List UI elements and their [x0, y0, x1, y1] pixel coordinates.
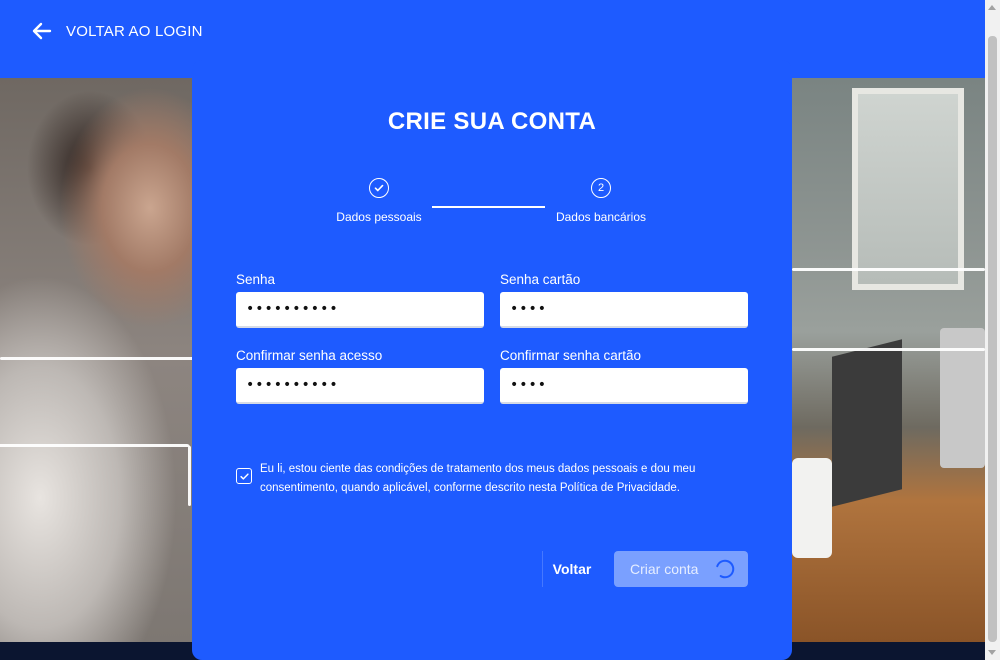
confirmar-senha-cartao-label: Confirmar senha cartão	[500, 348, 642, 363]
decorative-line	[188, 446, 191, 506]
page-scrollbar[interactable]	[985, 0, 1000, 660]
step-dados-pessoais: Dados pessoais	[309, 178, 449, 224]
page-title: CRIE SUA CONTA	[387, 108, 597, 135]
confirmar-senha-acesso-label: Confirmar senha acesso	[236, 348, 383, 363]
confirmar-senha-acesso-field-group: Confirmar senha acesso	[236, 348, 484, 404]
senha-cartao-field-group: Senha cartão	[500, 272, 748, 328]
photo-cup	[792, 458, 832, 558]
scroll-down-icon[interactable]	[988, 650, 996, 655]
step-dados-bancarios: 2 Dados bancários	[531, 178, 671, 224]
decorative-line	[792, 348, 985, 351]
senha-field-group: Senha	[236, 272, 484, 328]
decorative-line	[0, 444, 190, 447]
arrow-left-icon	[32, 22, 52, 40]
background-photo-right	[792, 78, 985, 642]
confirmar-senha-cartao-field-group: Confirmar senha cartão	[500, 348, 748, 404]
back-to-login-label: VOLTAR AO LOGIN	[66, 22, 203, 40]
consent-checkbox[interactable]	[236, 468, 252, 484]
photo-window	[852, 88, 964, 290]
senha-cartao-input[interactable]	[500, 292, 748, 328]
decorative-line	[0, 357, 200, 360]
loading-spinner-icon	[716, 559, 735, 579]
check-icon	[374, 184, 384, 192]
create-account-label: Criar conta	[630, 561, 699, 577]
signup-card: CRIE SUA CONTA Dados pessoais 2 Dados ba…	[192, 60, 792, 660]
stepper: Dados pessoais 2 Dados bancários	[192, 178, 792, 238]
confirmar-senha-acesso-input[interactable]	[236, 368, 484, 404]
back-button[interactable]: Voltar	[542, 551, 601, 587]
senha-input[interactable]	[236, 292, 484, 328]
check-icon	[239, 472, 249, 480]
background-photo-left	[0, 78, 192, 642]
senha-cartao-label: Senha cartão	[500, 272, 581, 287]
step-label: Dados pessoais	[336, 210, 422, 224]
privacy-consent: Eu li, estou ciente das condições de tra…	[236, 460, 736, 498]
consent-text: Eu li, estou ciente das condições de tra…	[260, 463, 696, 494]
step-label: Dados bancários	[555, 210, 647, 224]
step-number: 2	[591, 178, 611, 198]
decorative-line	[792, 268, 985, 271]
confirmar-senha-cartao-input[interactable]	[500, 368, 748, 404]
senha-label: Senha	[236, 272, 276, 287]
create-account-button[interactable]: Criar conta	[614, 551, 748, 587]
scroll-up-icon[interactable]	[988, 5, 996, 10]
scrollbar-thumb[interactable]	[988, 36, 997, 642]
photo-laptop	[832, 339, 902, 507]
step-done-circle	[369, 178, 389, 198]
back-to-login-link[interactable]: VOLTAR AO LOGIN	[30, 18, 203, 44]
